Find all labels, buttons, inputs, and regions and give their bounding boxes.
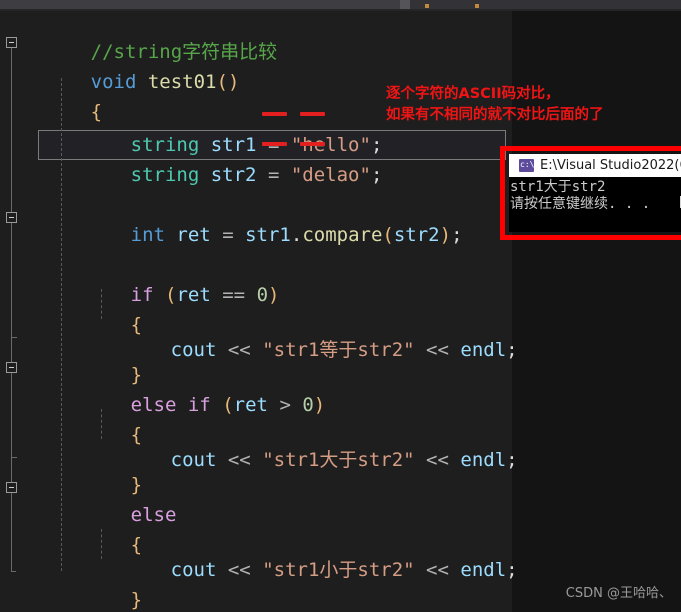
token-var-ret: ret [176,224,211,246]
callout-box [500,146,681,240]
watermark: CSDN @王哈哈、 [565,586,672,601]
token-var-str1: str1 [245,224,291,246]
token-method-compare: compare [302,224,383,246]
annotation-text-line1: 逐个字符的ASCII码对比， [386,86,560,102]
token-paren-open: ( [382,224,394,246]
token-var-cout: cout [170,559,217,581]
fold-toggle-icon[interactable] [6,362,17,373]
token-op-greater: > [279,394,291,416]
token-paren-close: ) [439,224,452,246]
token-var-endl: endl [460,339,507,361]
token-op-shift: << [227,559,251,581]
token-semicolon: ; [506,559,518,581]
token-var-endl: endl [460,449,507,471]
token-semicolon: ; [506,449,518,471]
code-line[interactable]: void test01() [22,37,240,93]
token-semicolon: ; [506,339,518,361]
code-line[interactable]: else [62,470,177,526]
toolbar-segment-active [400,0,410,9]
token-var-str2: str2 [393,224,440,246]
token-var-ret: ret [233,394,268,416]
token-paren-open: ( [222,394,234,416]
token-op-shift: << [426,339,449,361]
token-string-equal: "str1等于str2" [262,339,415,361]
token-op-equals: == [222,284,246,306]
code-line[interactable]: } [62,330,142,386]
code-line[interactable]: cout << "str1大于str2" << endl; [102,415,518,471]
toolbar-segment-right [410,0,681,9]
token-paren-open: ( [164,284,177,306]
fold-toggle-icon[interactable] [6,212,17,223]
token-op-shift: << [227,339,251,361]
token-number-zero: 0 [302,394,314,416]
code-line[interactable]: } [22,585,102,612]
token-op-shift: << [426,559,449,581]
token-op-assign: = [222,224,234,246]
screenshot-root: //string字符串比较 void test01() { string str… [0,0,681,612]
token-var-ret: ret [176,284,211,306]
annotation-underline [262,142,287,146]
fold-scope-end [11,571,16,572]
token-paren-open: ( [216,71,228,93]
token-type-string: string [130,164,200,186]
token-op-shift: << [426,449,449,471]
annotation-text-line2: 如果有不相同的就不对比后面的了 [386,107,604,123]
code-line[interactable]: else if (ret > 0) [62,360,326,416]
code-line[interactable]: string str1 = "hello"; [62,100,383,156]
token-string-greater: "str1大于str2" [262,449,415,471]
code-line[interactable]: int ret = str1.compare(str2); [62,190,463,246]
toolbar-marker-icon [475,4,479,8]
code-line[interactable]: { [22,67,102,123]
annotation-underline [262,112,287,116]
fold-branch-tick [11,457,17,458]
fold-branch-tick [11,337,17,338]
token-var-endl: endl [460,559,507,581]
token-string-delao: "delao" [290,164,371,186]
token-op-shift: << [227,449,251,471]
token-var-cout: cout [170,339,217,361]
token-semicolon: ; [451,224,463,246]
annotation-underline [300,142,325,146]
code-line[interactable]: cout << "str1等于str2" << endl; [102,305,518,361]
code-line[interactable]: cout << "str1小于str2" << endl; [102,525,518,581]
token-string-less: "str1小于str2" [262,559,415,581]
token-dot: . [290,224,303,246]
code-line[interactable]: } [62,555,142,611]
fold-toggle-icon[interactable] [6,37,17,48]
token-number-zero: 0 [256,284,269,306]
token-paren-close: ) [313,394,326,416]
token-function-name: test01 [147,71,217,93]
token-op-assign: = [267,164,280,186]
token-keyword-if: if [187,394,211,416]
token-var-cout: cout [170,449,217,471]
token-paren-close: ) [268,284,280,306]
code-line[interactable]: } [62,440,142,496]
annotation-underline [300,112,325,116]
code-line[interactable]: //string字符串比较 [22,7,278,63]
token-var-str2: str2 [210,164,257,186]
fold-toggle-icon[interactable] [6,482,17,493]
code-line[interactable]: string str2 = "delao"; [62,130,383,186]
toolbar-marker-icon [425,4,429,8]
token-keyword-int: int [130,224,165,246]
token-brace-close: } [130,589,143,611]
code-line[interactable]: if (ret == 0) [62,250,280,306]
token-semicolon: ; [370,164,383,186]
token-paren-close: ) [227,71,240,93]
